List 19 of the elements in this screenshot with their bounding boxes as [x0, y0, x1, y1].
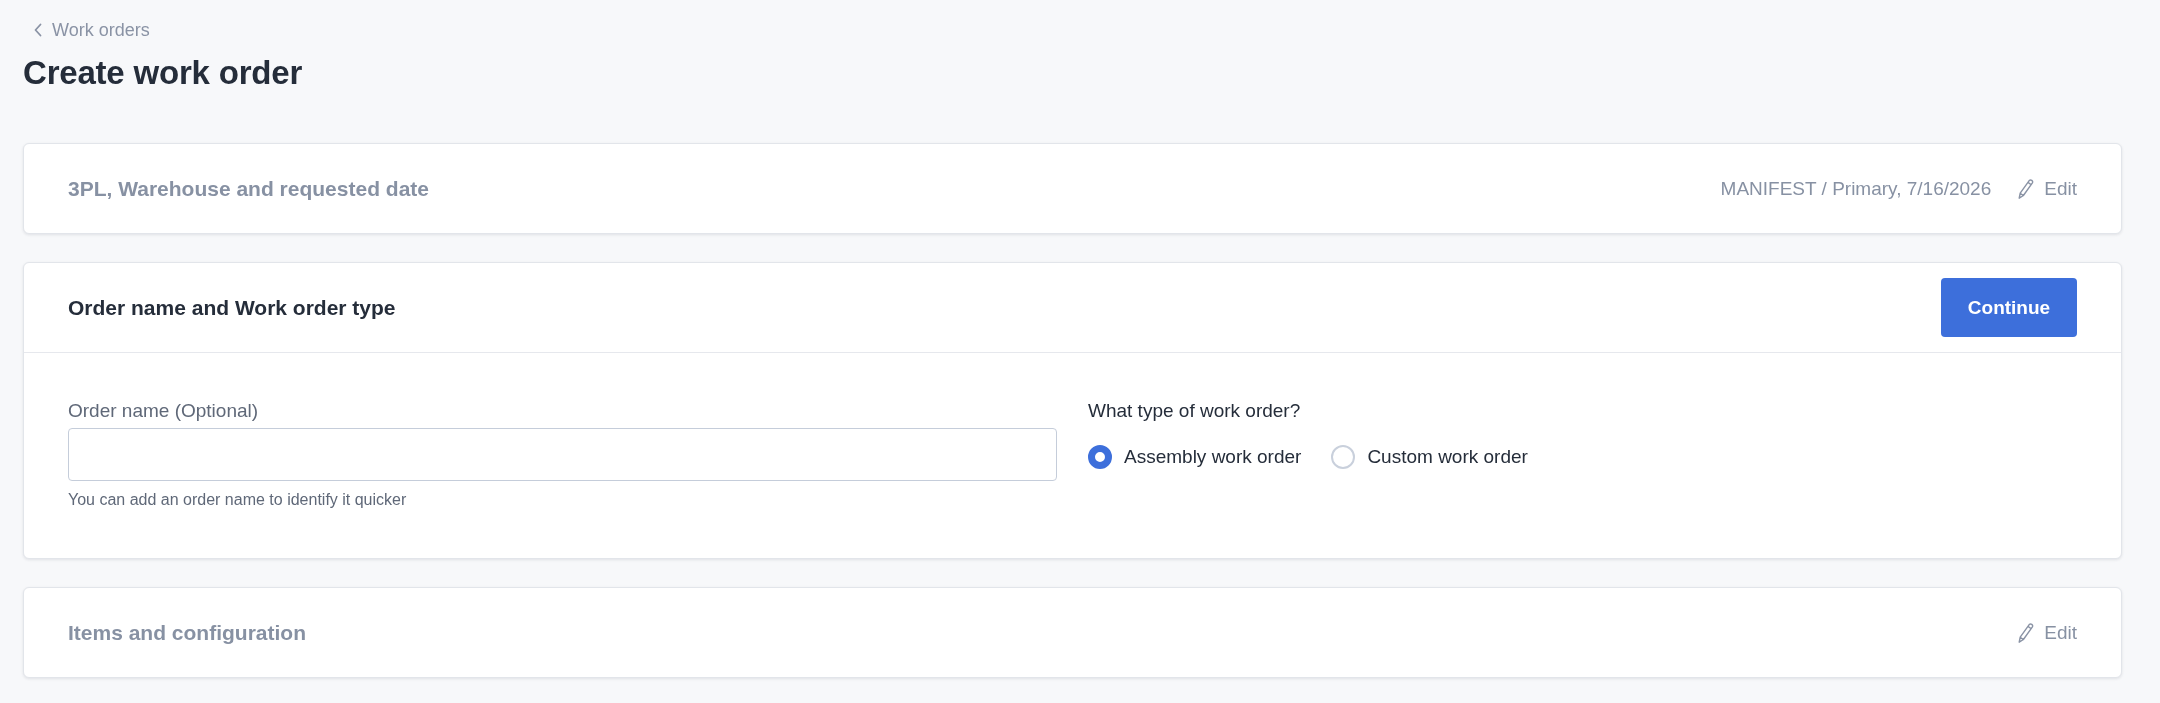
field-hint: You can add an order name to identify it quicker	[68, 490, 407, 510]
chevron-left-icon	[33, 23, 43, 37]
field-label: Order name (Optional)	[68, 399, 259, 423]
radio-option[interactable]: Assembly work order	[1088, 444, 1302, 470]
radio-icon[interactable]	[1088, 445, 1112, 469]
section-title: Order name and Work order type	[68, 295, 396, 320]
order-name-input[interactable]	[68, 428, 1057, 481]
section-title: 3PL, Warehouse and requested date	[68, 176, 429, 201]
continue-button[interactable]: Continue	[1941, 278, 2077, 337]
section-title: Items and configuration	[68, 620, 306, 645]
edit-button[interactable]: Edit	[2017, 177, 2077, 200]
section-summary: MANIFEST / Primary, 7/16/2026	[1720, 177, 1992, 200]
radio-option[interactable]: Custom work order	[1331, 444, 1528, 470]
pencil-icon	[2017, 177, 2036, 200]
question-label: What type of work order?	[1088, 399, 1301, 423]
pencil-icon	[2017, 621, 2036, 644]
back-link[interactable]: Work orders	[33, 18, 150, 42]
page-title: Create work order	[23, 53, 304, 93]
edit-button[interactable]: Edit	[2017, 621, 2077, 644]
